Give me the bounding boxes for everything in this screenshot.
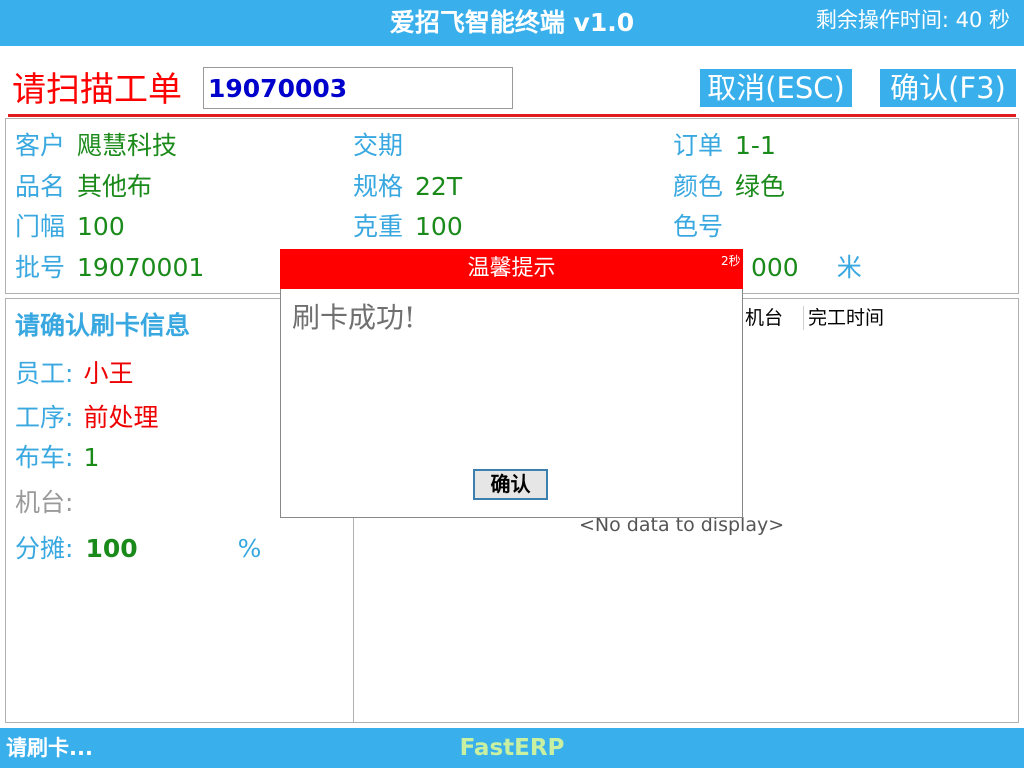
remaining-time-label: 剩余操作时间: 40 秒 <box>815 8 1010 32</box>
grid-column-machine[interactable]: 机台 <box>745 304 783 332</box>
delivery-field: 交期 <box>353 129 415 163</box>
share-label: 分摊: <box>15 534 74 563</box>
product-value: 其他布 <box>77 172 153 201</box>
customer-label: 客户 <box>15 131 66 160</box>
width-label: 门幅 <box>15 212 66 241</box>
dialog-countdown: 2秒 <box>721 254 741 268</box>
cart-field: 布车: 1 <box>15 440 99 476</box>
weight-field: 克重 100 <box>353 210 463 244</box>
machine-label: 机台: <box>15 488 74 517</box>
width-field: 门幅 100 <box>15 210 125 244</box>
employee-label: 员工: <box>15 359 74 388</box>
share-value: 100 <box>85 534 138 563</box>
customer-field: 客户 飓慧科技 <box>15 129 177 163</box>
delivery-label: 交期 <box>353 131 404 160</box>
machine-field: 机台: <box>15 485 83 521</box>
share-field: 分摊: 100% <box>15 531 261 567</box>
cancel-button[interactable]: 取消(ESC) <box>700 69 852 107</box>
cart-label: 布车: <box>15 443 74 472</box>
product-field: 品名 其他布 <box>15 170 152 204</box>
color-field: 颜色 绿色 <box>673 170 785 204</box>
weight-value: 100 <box>415 212 463 241</box>
spec-value: 22T <box>415 172 463 201</box>
batch-field: 批号 19070001 <box>15 251 204 285</box>
width-value: 100 <box>77 212 125 241</box>
quantity-unit: 米 <box>836 253 862 282</box>
confirm-button[interactable]: 确认(F3) <box>880 69 1016 107</box>
process-value: 前处理 <box>83 403 159 432</box>
grid-column-divider <box>803 306 804 330</box>
batch-label: 批号 <box>15 253 66 282</box>
spec-field: 规格 22T <box>353 170 462 204</box>
weight-label: 克重 <box>353 212 404 241</box>
color-no-field: 色号 <box>673 210 735 244</box>
quantity-value: 000 <box>751 253 799 282</box>
order-label: 订单 <box>673 131 724 160</box>
process-field: 工序: 前处理 <box>15 400 158 436</box>
process-label: 工序: <box>15 403 74 432</box>
share-unit: % <box>237 534 262 563</box>
brand-label: FastERP <box>459 735 565 761</box>
cart-value: 1 <box>83 443 100 472</box>
work-order-input[interactable]: 19070003 <box>203 67 513 109</box>
batch-value: 19070001 <box>77 253 205 282</box>
divider <box>8 114 1016 117</box>
quantity-field: 000 米 <box>751 251 862 285</box>
color-label: 颜色 <box>673 172 724 201</box>
employee-field: 员工: 小王 <box>15 356 133 392</box>
employee-value: 小王 <box>83 359 134 388</box>
order-field: 订单 1-1 <box>673 129 776 163</box>
color-no-label: 色号 <box>673 212 724 241</box>
dialog-confirm-button[interactable]: 确认 <box>473 469 548 500</box>
grid-column-finish-time[interactable]: 完工时间 <box>808 304 884 332</box>
spec-label: 规格 <box>353 172 404 201</box>
product-label: 品名 <box>15 172 66 201</box>
dialog-title: 温馨提示 <box>467 256 556 281</box>
scan-work-order-label: 请扫描工单 <box>12 70 182 110</box>
dialog-message: 刷卡成功! <box>292 301 416 334</box>
customer-value: 飓慧科技 <box>77 131 178 160</box>
order-value: 1-1 <box>735 131 776 160</box>
card-info-heading: 请确认刷卡信息 <box>15 311 191 340</box>
color-value: 绿色 <box>735 172 786 201</box>
